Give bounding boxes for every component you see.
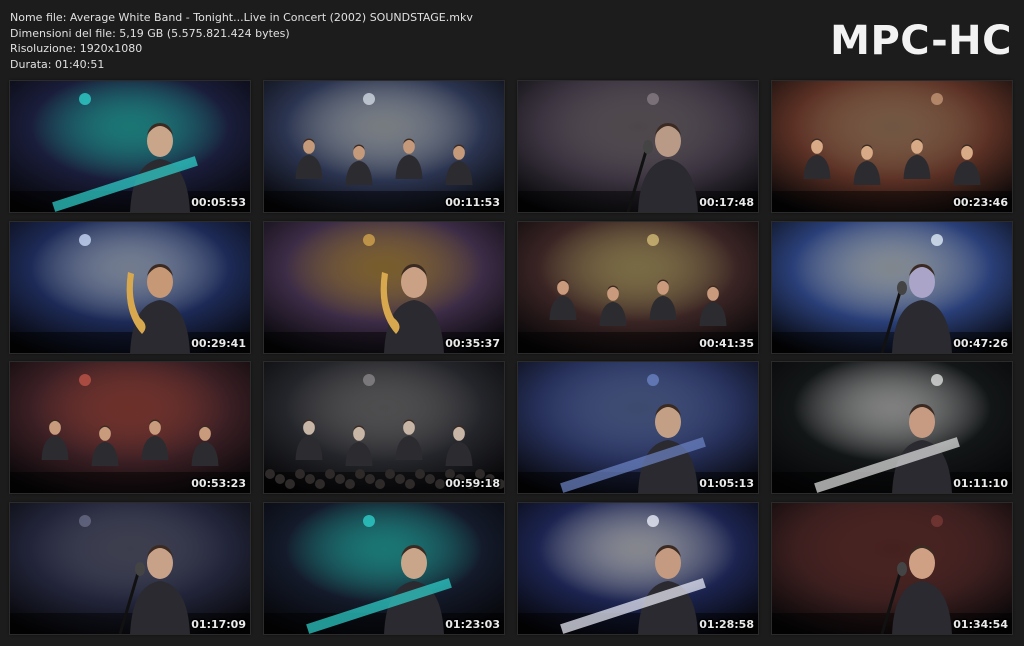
video-frame-image xyxy=(518,81,758,212)
video-frame-image xyxy=(772,362,1012,493)
thumbnail-timestamp: 01:34:54 xyxy=(953,618,1008,631)
video-frame-image xyxy=(518,362,758,493)
video-frame-image xyxy=(772,222,1012,353)
thumbnail-timestamp: 01:28:58 xyxy=(699,618,754,631)
thumbnail-singer-red-curtain: 01:34:54 xyxy=(771,502,1013,635)
video-frame-image xyxy=(10,81,250,212)
mpc-hc-logo: MPC-HC xyxy=(830,18,1012,64)
thumbnail-timestamp: 01:17:09 xyxy=(191,618,246,631)
thumbnail-singer-closeup-overlay: 00:17:48 xyxy=(517,80,759,213)
video-frame-image xyxy=(10,222,250,353)
thumbnail-timestamp: 00:59:18 xyxy=(445,477,500,490)
thumbnail-timestamp: 01:05:13 xyxy=(699,477,754,490)
thumbnail-singer-spotlight: 00:47:26 xyxy=(771,221,1013,354)
video-frame-image xyxy=(518,503,758,634)
thumbnail-band-on-stage: 00:11:53 xyxy=(263,80,505,213)
video-frame-image xyxy=(772,503,1012,634)
thumbnail-wide-stage-red: 00:53:23 xyxy=(9,361,251,494)
thumbnail-saxophonist-blue: 00:29:41 xyxy=(9,221,251,354)
video-frame-image xyxy=(264,503,504,634)
resolution-line: Risoluzione: 1920x1080 xyxy=(10,42,143,55)
thumbnail-timestamp: 00:41:35 xyxy=(699,337,754,350)
thumbnail-horn-section: 00:41:35 xyxy=(517,221,759,354)
video-frame-image xyxy=(264,222,504,353)
thumbnail-timestamp: 00:17:48 xyxy=(699,196,754,209)
video-frame-image xyxy=(772,81,1012,212)
thumbnail-guitarist-dark: 01:11:10 xyxy=(771,361,1013,494)
thumbnail-guitarist-blue-screen: 01:05:13 xyxy=(517,361,759,494)
file-info-header: Nome file: Average White Band - Tonight.… xyxy=(10,10,710,72)
thumbnail-bass-player-blue: 01:28:58 xyxy=(517,502,759,635)
duration-line: Durata: 01:40:51 xyxy=(10,57,105,71)
thumbnail-timestamp: 00:29:41 xyxy=(191,337,246,350)
file-name-line: Nome file: Average White Band - Tonight.… xyxy=(10,11,473,24)
video-frame-image xyxy=(264,362,504,493)
thumbnail-band-on-stage-warm: 00:23:46 xyxy=(771,80,1013,213)
thumbnail-timestamp: 00:23:46 xyxy=(953,196,1008,209)
video-frame-image xyxy=(518,222,758,353)
thumbnail-timestamp: 00:11:53 xyxy=(445,196,500,209)
thumbnail-timestamp: 01:23:03 xyxy=(445,618,500,631)
thumbnail-guitarist-and-interview: 00:05:53 xyxy=(9,80,251,213)
file-size-line: Dimensioni del file: 5,19 GB (5.575.821.… xyxy=(10,26,290,40)
video-frame-image xyxy=(10,362,250,493)
video-frame-image xyxy=(264,81,504,212)
thumbnail-grid: 00:05:53 00:11:53 00:17:48 00:23:46 00:29:41… xyxy=(9,80,1014,637)
thumbnail-timestamp: 00:53:23 xyxy=(191,477,246,490)
thumbnail-wide-audience: 00:59:18 xyxy=(263,361,505,494)
thumbnail-timestamp: 01:11:10 xyxy=(953,477,1008,490)
thumbnail-guitarist-and-interview-2: 01:23:03 xyxy=(263,502,505,635)
thumbnail-saxophonist-purple: 00:35:37 xyxy=(263,221,505,354)
thumbnail-singer-mic-closeup: 01:17:09 xyxy=(9,502,251,635)
video-frame-image xyxy=(10,503,250,634)
thumbnail-timestamp: 00:05:53 xyxy=(191,196,246,209)
thumbnail-timestamp: 00:35:37 xyxy=(445,337,500,350)
thumbnail-timestamp: 00:47:26 xyxy=(953,337,1008,350)
